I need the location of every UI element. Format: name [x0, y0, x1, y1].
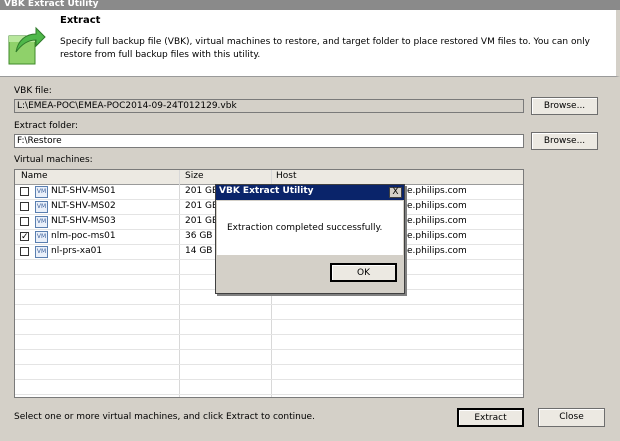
row-checkbox[interactable] — [20, 187, 29, 196]
vm-size: 36 GB — [185, 231, 213, 241]
vm-host: e.philips.com — [407, 201, 467, 211]
dialog-body: Extraction completed successfully. — [217, 201, 403, 255]
row-checkbox[interactable] — [20, 247, 29, 256]
vm-host: e.philips.com — [407, 216, 467, 226]
vm-icon: VM — [35, 186, 48, 198]
vbk-file-field[interactable]: L:\EMEA-POC\EMEA-POC2014-09-24T012129.vb… — [14, 99, 524, 113]
vm-name: NLT-SHV-MS03 — [51, 216, 116, 226]
vm-name: NLT-SHV-MS01 — [51, 186, 116, 196]
row-checkbox[interactable] — [20, 217, 29, 226]
window-title: VBK Extract Utility — [4, 0, 99, 9]
row-gridline — [15, 349, 523, 350]
window-titlebar: VBK Extract Utility — [0, 0, 620, 10]
row-gridline — [15, 394, 523, 395]
dialog-message: Extraction completed successfully. — [227, 223, 383, 233]
virtual-machines-label: Virtual machines: — [14, 155, 93, 165]
dialog-close-icon[interactable]: X — [389, 187, 402, 198]
vm-icon: VM — [35, 201, 48, 213]
row-gridline — [15, 304, 523, 305]
column-header-name[interactable]: Name — [21, 171, 48, 181]
row-gridline — [15, 379, 523, 380]
vm-size: 201 GB — [185, 216, 219, 226]
vm-table-header: Name Size Host — [15, 170, 523, 185]
extract-folder-field[interactable]: F:\Restore — [14, 134, 524, 148]
row-checkbox[interactable]: ✓ — [20, 232, 29, 242]
vbk-browse-button[interactable]: Browse... — [531, 97, 598, 115]
vm-name: nlm-poc-ms01 — [51, 231, 116, 241]
column-header-host[interactable]: Host — [276, 171, 297, 181]
vm-host: e.philips.com — [407, 231, 467, 241]
header-title: Extract — [60, 15, 101, 26]
completion-dialog: VBK Extract Utility X Extraction complet… — [215, 184, 405, 294]
dialog-ok-button[interactable]: OK — [330, 263, 397, 282]
extract-folder-browse-button[interactable]: Browse... — [531, 132, 598, 150]
vm-icon: VM — [35, 216, 48, 228]
vm-host: e.philips.com — [407, 246, 467, 256]
row-gridline — [15, 319, 523, 320]
vm-size: 201 GB — [185, 186, 219, 196]
header-description: Specify full backup file (VBK), virtual … — [60, 37, 590, 60]
vbk-file-label: VBK file: — [14, 86, 52, 96]
close-button[interactable]: Close — [538, 408, 605, 427]
extract-folder-label: Extract folder: — [14, 121, 79, 131]
dialog-titlebar: VBK Extract Utility X — [216, 185, 404, 200]
row-gridline — [15, 364, 523, 365]
row-gridline — [15, 334, 523, 335]
status-text: Select one or more virtual machines, and… — [14, 412, 315, 422]
vm-icon: VM — [35, 246, 48, 258]
row-checkbox[interactable] — [20, 202, 29, 211]
vm-host: e.philips.com — [407, 186, 467, 196]
extract-arrow-icon — [6, 22, 46, 66]
header-panel: Extract Specify full backup file (VBK), … — [0, 10, 620, 77]
column-header-size[interactable]: Size — [185, 171, 203, 181]
vm-name: nl-prs-xa01 — [51, 246, 103, 256]
dialog-title: VBK Extract Utility — [219, 186, 314, 196]
vm-size: 201 GB — [185, 201, 219, 211]
extract-button[interactable]: Extract — [457, 408, 524, 427]
vm-size: 14 GB — [185, 246, 213, 256]
vm-icon: VM — [35, 231, 48, 243]
vm-name: NLT-SHV-MS02 — [51, 201, 116, 211]
